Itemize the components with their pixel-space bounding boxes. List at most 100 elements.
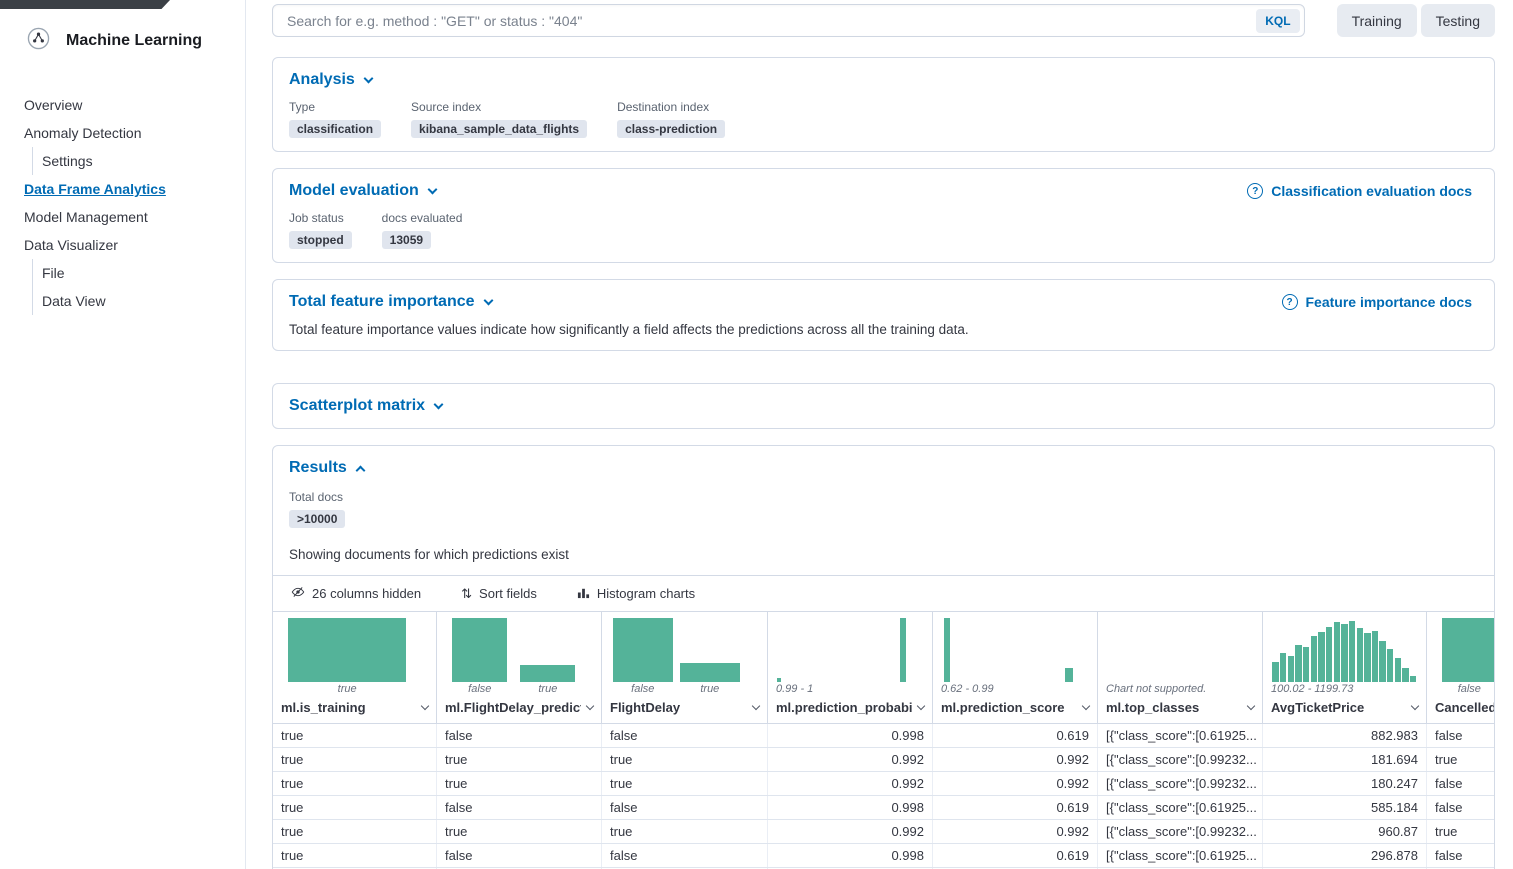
grid-header-cell: Chart not supported.ml.top_classes: [1098, 612, 1263, 723]
feature-importance-panel-toggle[interactable]: Total feature importance: [289, 293, 492, 311]
histogram-bar-label: true: [538, 683, 557, 695]
chevron-down-icon[interactable]: [421, 702, 429, 710]
chevron-down-icon[interactable]: [752, 702, 760, 710]
grid-cell[interactable]: false: [1427, 796, 1494, 819]
sort-fields-button[interactable]: ⇅ Sort fields: [455, 585, 543, 602]
grid-cell[interactable]: true: [273, 748, 437, 771]
grid-cell[interactable]: 0.992: [768, 820, 933, 843]
testing-filter-button[interactable]: Testing: [1421, 4, 1495, 37]
grid-cell[interactable]: 0.998: [768, 844, 933, 867]
grid-toolbar: 26 columns hidden ⇅ Sort fields Histogra…: [273, 575, 1494, 612]
histogram-labels: falsetrue: [445, 682, 593, 697]
feature-importance-description: Total feature importance values indicate…: [289, 322, 1478, 337]
grid-cell[interactable]: 0.619: [933, 844, 1098, 867]
grid-cell[interactable]: 0.992: [933, 820, 1098, 843]
analysis-panel-toggle[interactable]: Analysis: [289, 71, 372, 89]
column-header-flightdelay[interactable]: FlightDelay: [602, 697, 767, 723]
chevron-down-icon[interactable]: [917, 702, 925, 710]
model-evaluation-panel-toggle[interactable]: Model evaluation: [289, 182, 436, 200]
training-filter-button[interactable]: Training: [1337, 4, 1417, 37]
grid-cell[interactable]: false: [437, 844, 602, 867]
kql-language-button[interactable]: KQL: [1256, 9, 1299, 33]
sidebar-item-data-visualizer[interactable]: Data Visualizer: [0, 231, 245, 259]
search-bar: KQL: [272, 4, 1305, 37]
chevron-down-icon: [434, 399, 444, 409]
chevron-down-icon[interactable]: [1411, 702, 1419, 710]
results-data-grid: trueml.is_trainingfalsetrueml.FlightDela…: [273, 612, 1494, 869]
grid-cell[interactable]: false: [602, 796, 768, 819]
grid-cell[interactable]: 882.983: [1263, 724, 1427, 747]
column-header-ml-flightdelay-prediction[interactable]: ml.FlightDelay_prediction: [437, 697, 601, 723]
column-header-ml-prediction-probability[interactable]: ml.prediction_probability: [768, 697, 932, 723]
grid-cell[interactable]: true: [437, 820, 602, 843]
grid-cell[interactable]: false: [602, 724, 768, 747]
grid-cell[interactable]: true: [273, 820, 437, 843]
grid-cell[interactable]: 0.619: [933, 724, 1098, 747]
grid-cell[interactable]: 0.992: [768, 772, 933, 795]
grid-cell[interactable]: true: [602, 820, 768, 843]
sidebar-item-model-management[interactable]: Model Management: [0, 203, 245, 231]
chevron-down-icon[interactable]: [1247, 702, 1255, 710]
grid-cell[interactable]: 0.992: [768, 748, 933, 771]
grid-cell[interactable]: 960.87: [1263, 820, 1427, 843]
grid-cell[interactable]: [{"class_score":[0.99232...: [1098, 748, 1263, 771]
results-panel-toggle[interactable]: Results: [289, 459, 364, 477]
grid-cell[interactable]: true: [437, 748, 602, 771]
grid-cell[interactable]: false: [602, 844, 768, 867]
column-header-ml-prediction-score[interactable]: ml.prediction_score: [933, 697, 1097, 723]
sidebar-item-overview[interactable]: Overview: [0, 91, 245, 119]
grid-cell[interactable]: true: [1427, 820, 1494, 843]
column-header-ml-top-classes[interactable]: ml.top_classes: [1098, 697, 1262, 723]
chevron-down-icon[interactable]: [586, 702, 594, 710]
sidebar-item-file[interactable]: File: [32, 259, 245, 287]
grid-cell[interactable]: [{"class_score":[0.61925...: [1098, 724, 1263, 747]
grid-cell[interactable]: [{"class_score":[0.61925...: [1098, 844, 1263, 867]
grid-cell[interactable]: true: [273, 844, 437, 867]
grid-cell[interactable]: 0.619: [933, 796, 1098, 819]
feature-importance-docs-link[interactable]: ? Feature importance docs: [1276, 293, 1479, 311]
grid-cell[interactable]: 181.694: [1263, 748, 1427, 771]
grid-cell[interactable]: false: [437, 724, 602, 747]
analysis-fields: TypeclassificationSource indexkibana_sam…: [289, 100, 1478, 138]
search-input[interactable]: [285, 12, 1256, 30]
column-name: ml.is_training: [281, 700, 416, 715]
grid-cell[interactable]: [{"class_score":[0.99232...: [1098, 820, 1263, 843]
grid-cell[interactable]: 0.998: [768, 796, 933, 819]
histogram-bar: [1357, 628, 1363, 682]
grid-cell[interactable]: true: [273, 772, 437, 795]
sidebar-item-settings[interactable]: Settings: [32, 147, 245, 175]
table-row: truefalsefalse0.9980.619[{"class_score":…: [273, 796, 1494, 820]
grid-cell[interactable]: 180.247: [1263, 772, 1427, 795]
sidebar-item-data-view[interactable]: Data View: [32, 287, 245, 315]
chevron-down-icon[interactable]: [1082, 702, 1090, 710]
column-header-cancelled[interactable]: Cancelled: [1427, 697, 1494, 723]
grid-cell[interactable]: 585.184: [1263, 796, 1427, 819]
columns-hidden-button[interactable]: 26 columns hidden: [285, 584, 427, 603]
grid-cell[interactable]: 0.998: [768, 724, 933, 747]
grid-cell[interactable]: false: [437, 796, 602, 819]
grid-cell[interactable]: [{"class_score":[0.61925...: [1098, 796, 1263, 819]
app-brand[interactable]: Machine Learning: [0, 27, 245, 55]
histogram-charts-button[interactable]: Histogram charts: [571, 585, 701, 603]
grid-cell[interactable]: 0.992: [933, 748, 1098, 771]
grid-cell[interactable]: [{"class_score":[0.99232...: [1098, 772, 1263, 795]
grid-cell[interactable]: 0.992: [933, 772, 1098, 795]
grid-cell[interactable]: true: [602, 772, 768, 795]
scatterplot-matrix-panel-toggle[interactable]: Scatterplot matrix: [289, 397, 442, 415]
sidebar-item-data-frame-analytics[interactable]: Data Frame Analytics: [0, 175, 245, 203]
sidebar-item-anomaly-detection[interactable]: Anomaly Detection: [0, 119, 245, 147]
grid-cell[interactable]: 296.878: [1263, 844, 1427, 867]
classification-evaluation-docs-link[interactable]: ? Classification evaluation docs: [1241, 182, 1478, 200]
column-header-avgticketprice[interactable]: AvgTicketPrice: [1263, 697, 1426, 723]
grid-cell[interactable]: true: [1427, 748, 1494, 771]
grid-cell[interactable]: false: [1427, 772, 1494, 795]
histogram-bar: [1303, 647, 1309, 682]
grid-cell[interactable]: true: [273, 724, 437, 747]
histogram-bar: [944, 618, 950, 682]
grid-cell[interactable]: true: [273, 796, 437, 819]
column-header-ml-is-training[interactable]: ml.is_training: [273, 697, 436, 723]
grid-cell[interactable]: true: [602, 748, 768, 771]
grid-cell[interactable]: false: [1427, 844, 1494, 867]
grid-cell[interactable]: true: [437, 772, 602, 795]
grid-cell[interactable]: false: [1427, 724, 1494, 747]
